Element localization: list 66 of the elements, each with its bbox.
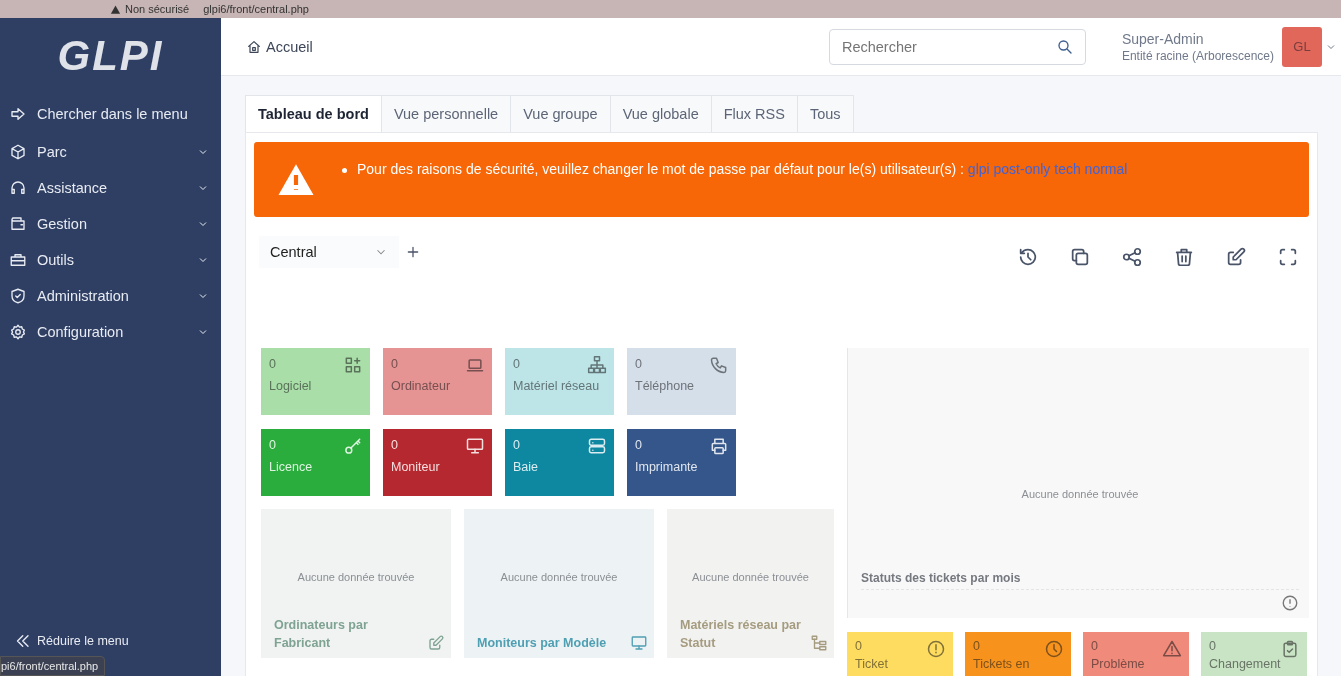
tile-label: Changement — [1209, 657, 1281, 671]
tile-label: Matériel réseau — [513, 379, 600, 393]
stat-tile[interactable]: 0 Logiciel — [261, 348, 370, 415]
tile-label: Problème — [1091, 657, 1145, 671]
stat-tile[interactable]: 0 Problème — [1083, 632, 1189, 676]
tile-label: Logiciel — [269, 379, 312, 393]
tab[interactable]: Flux RSS — [711, 95, 798, 132]
tile-count: 0 — [1209, 639, 1217, 653]
tile-count: 0 — [973, 639, 981, 653]
alert-message: Pour des raisons de sécurité, veuillez changer le mot de passe par défaut pour le(s) utilisateur(s) : glpi post-only tech normal — [357, 161, 1128, 177]
tile-count: 0 — [1091, 639, 1099, 653]
sidebar-item[interactable]: Outils — [0, 242, 221, 278]
tile-label: Licence — [269, 460, 313, 474]
stat-tile[interactable]: 0 Baie — [505, 429, 614, 496]
widget-title: Ordinateurs par Fabricant — [274, 617, 369, 652]
tile-label: Baie — [513, 460, 539, 474]
widget-title: Moniteurs par Modèle — [477, 635, 607, 652]
tile-label: Téléphone — [635, 379, 695, 393]
widget-title: Matériels réseau par Statut — [680, 617, 802, 652]
entity-name: Entité racine (Arborescence) — [1121, 48, 1274, 63]
tile-label: Moniteur — [391, 460, 440, 474]
tile-count: 0 — [635, 357, 643, 371]
search-field[interactable]: Rechercher — [828, 28, 1086, 65]
empty-message: Aucune donnée trouvée — [691, 571, 810, 583]
user-name: Super-Admin — [1121, 30, 1205, 47]
sidebar-item[interactable]: Assistance — [0, 170, 221, 206]
dashboard-select[interactable]: Central — [259, 236, 399, 268]
home-breadcrumb[interactable]: Accueil — [246, 38, 313, 55]
stat-tile[interactable]: 0 Téléphone — [627, 348, 736, 415]
tile-count: 0 — [855, 639, 863, 653]
stat-tile[interactable]: 0 Imprimante — [627, 429, 736, 496]
tab[interactable]: Vue groupe — [511, 95, 611, 132]
tile-count: 0 — [513, 438, 521, 452]
empty-message: Aucune donnée trouvée — [499, 571, 619, 583]
tile-count: 0 — [391, 357, 399, 371]
empty-message: Aucune donnée trouvée — [1020, 488, 1140, 500]
tab[interactable]: Vue personnelle — [381, 95, 512, 132]
tab[interactable]: Tableau de bord — [245, 95, 382, 132]
sidebar-item[interactable]: Administration — [0, 278, 221, 314]
stat-tile[interactable]: 0 Ticket — [847, 632, 953, 676]
stat-tile[interactable]: 0 Ordinateur — [383, 348, 492, 415]
status-url-tooltip: pi6/front/central.php — [0, 656, 106, 676]
tab[interactable]: Vue globale — [610, 95, 712, 132]
tile-label: Imprimante — [635, 460, 698, 474]
empty-message: Aucune donnée trouvée — [296, 571, 416, 583]
stat-tile[interactable]: 0 Matériel réseau — [505, 348, 614, 415]
logo[interactable]: GLPI — [55, 32, 166, 80]
tile-count: 0 — [513, 357, 521, 371]
tab[interactable]: Tous — [797, 95, 854, 132]
tile-count: 0 — [269, 438, 277, 452]
url-text[interactable]: glpi6/front/central.php — [203, 3, 309, 15]
tile-label: Ordinateur — [391, 379, 451, 393]
stat-tile[interactable]: 0 Tickets en — [965, 632, 1071, 676]
chart-title: Statuts des tickets par mois — [861, 571, 1299, 590]
tile-label: Tickets en — [973, 657, 1030, 671]
tile-count: 0 — [391, 438, 399, 452]
sidebar-item[interactable]: Configuration — [0, 314, 221, 350]
security-warning: Non sécurisé — [125, 3, 190, 15]
menu-search-link[interactable]: Chercher dans le menu — [0, 96, 221, 132]
tile-count: 0 — [269, 357, 277, 371]
stat-tile[interactable]: 0 Changement — [1201, 632, 1307, 676]
sidebar-item[interactable]: Gestion — [0, 206, 221, 242]
stat-tile[interactable]: 0 Moniteur — [383, 429, 492, 496]
tile-count: 0 — [635, 438, 643, 452]
tile-label: Ticket — [855, 657, 888, 671]
sidebar-item[interactable]: Parc — [0, 134, 221, 170]
